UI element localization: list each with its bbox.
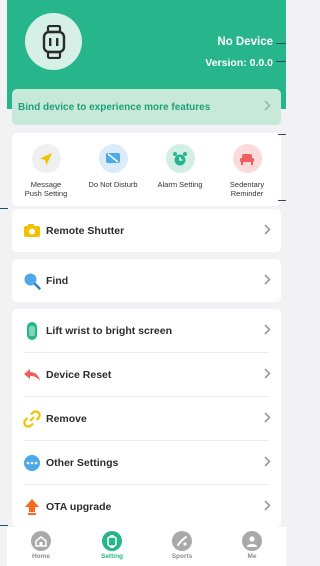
remote-shutter-row[interactable]: Remote Shutter — [12, 209, 281, 252]
person-icon — [242, 531, 262, 551]
magnifier-icon — [23, 272, 41, 290]
edge-mark — [0, 525, 8, 526]
quick-action-label: Alarm Setting — [157, 180, 203, 189]
lift-wrist-label: Lift wrist to bright screen — [46, 324, 173, 337]
tab-label: Me — [247, 553, 257, 560]
smartwatch-icon — [23, 321, 41, 340]
bind-device-text: Bind device to experience more features — [18, 101, 211, 113]
remote-shutter-label: Remote Shutter — [46, 224, 125, 237]
message-push-setting[interactable]: Message Push Setting — [16, 144, 76, 198]
tab-label: Home — [31, 553, 51, 560]
do-not-disturb[interactable]: Do Not Disturb — [83, 144, 143, 189]
edge-mark — [276, 43, 286, 44]
ota-upgrade-label: OTA upgrade — [46, 500, 112, 513]
find-card: Find — [12, 259, 281, 302]
device-name: No Device — [217, 36, 273, 48]
tab-home[interactable]: Home — [11, 531, 71, 560]
chevron-right-icon — [264, 322, 271, 340]
link-icon — [23, 409, 41, 428]
sedentary-reminder[interactable]: Sedentary Reminder — [217, 144, 277, 198]
chevron-right-icon — [264, 98, 271, 116]
device-reset-row[interactable]: Device Reset — [12, 353, 281, 396]
more-dots-icon — [23, 454, 41, 472]
tab-sports[interactable]: Sports — [152, 531, 212, 560]
other-settings-row[interactable]: Other Settings — [12, 441, 281, 484]
armchair-icon — [232, 144, 262, 173]
reset-arrow-icon — [23, 366, 41, 384]
ota-upgrade-row[interactable]: OTA upgrade — [12, 485, 281, 528]
lift-wrist-row[interactable]: Lift wrist to bright screen — [12, 309, 281, 352]
watch-avatar-icon[interactable] — [25, 13, 82, 70]
watch-icon — [102, 531, 122, 551]
chevron-right-icon — [264, 222, 271, 240]
bottom-tab-bar: Home Setting Sports Me — [7, 527, 286, 566]
chevron-right-icon — [264, 410, 271, 428]
tab-me[interactable]: Me — [222, 531, 282, 560]
quick-action-label: Message — [30, 180, 62, 189]
quick-action-label: Reminder — [230, 189, 264, 198]
no-message-icon — [98, 144, 128, 173]
edge-mark — [276, 61, 286, 62]
chevron-right-icon — [264, 272, 271, 290]
camera-icon — [23, 222, 41, 240]
find-row[interactable]: Find — [12, 259, 281, 302]
bind-device-banner[interactable]: Bind device to experience more features — [12, 89, 281, 125]
tab-label: Sports — [171, 553, 193, 560]
other-settings-label: Other Settings — [46, 456, 119, 469]
remove-label: Remove — [46, 412, 87, 425]
remove-row[interactable]: Remove — [12, 397, 281, 440]
edge-mark — [0, 208, 8, 209]
alarm-setting[interactable]: Alarm Setting — [150, 144, 210, 189]
find-label: Find — [46, 274, 69, 287]
send-icon — [31, 144, 61, 173]
edge-mark — [278, 200, 286, 201]
tab-setting[interactable]: Setting — [82, 531, 142, 560]
settings-list-card: Lift wrist to bright screen Device Reset… — [12, 309, 281, 527]
device-version: Version: 0.0.0 — [205, 57, 273, 69]
alarm-clock-icon — [165, 144, 195, 173]
upgrade-arrow-icon — [23, 498, 41, 516]
edge-mark — [278, 134, 286, 135]
quick-action-label: Sedentary — [229, 180, 265, 189]
quick-action-label: Do Not Disturb — [88, 180, 138, 189]
sports-icon — [172, 531, 192, 551]
home-icon — [31, 531, 51, 551]
tab-label: Setting — [100, 553, 124, 560]
quick-action-label: Push Setting — [24, 189, 68, 198]
chevron-right-icon — [264, 454, 271, 472]
device-reset-label: Device Reset — [46, 368, 112, 381]
remote-shutter-card: Remote Shutter — [12, 209, 281, 252]
chevron-right-icon — [264, 498, 271, 516]
quick-actions-card: Message Push Setting Do Not Disturb Alarm… — [12, 133, 281, 206]
chevron-right-icon — [264, 366, 271, 384]
